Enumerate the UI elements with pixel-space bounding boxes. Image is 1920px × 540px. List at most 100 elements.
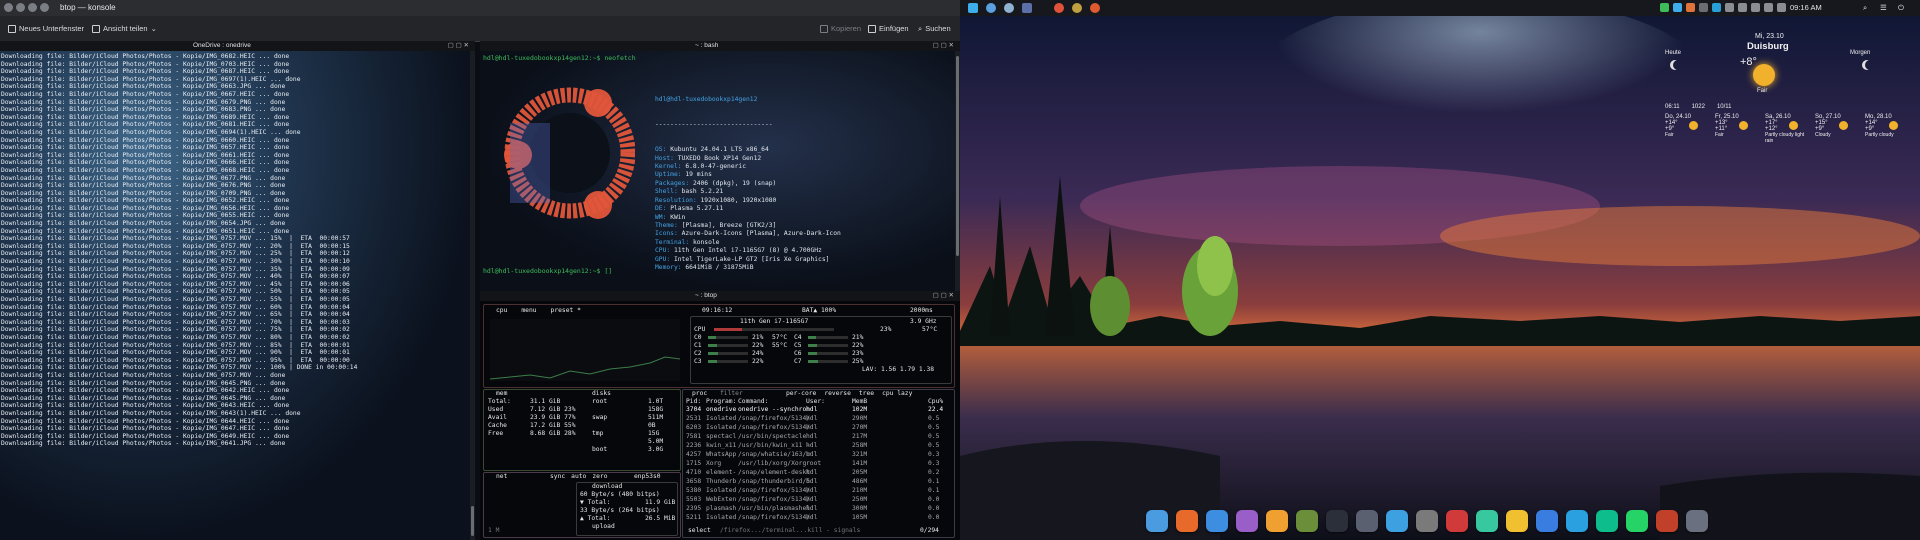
tray-icon[interactable] bbox=[1686, 3, 1695, 12]
btop-mem-key: Free bbox=[488, 430, 504, 437]
neofetch-userhost: hdl@hdl-tuxedobookxp14gen12 bbox=[655, 95, 758, 103]
shell-prompt-current[interactable]: hdl@hdl-tuxedobookxp14gen12:~$ [] bbox=[483, 267, 612, 275]
neofetch-key: DE bbox=[655, 205, 663, 213]
log-line: Downloading file: Bilder/iCloud Photos/P… bbox=[1, 220, 286, 228]
btop-proc-cell: plasmash bbox=[706, 505, 737, 512]
neofetch-row: Uptime: 19 mins bbox=[655, 171, 841, 179]
power-icon[interactable]: ⏻ bbox=[1898, 0, 1904, 16]
pager-icon[interactable] bbox=[1022, 3, 1032, 13]
menu-icon[interactable]: ☰ bbox=[1880, 0, 1887, 16]
btop-core-bar bbox=[808, 352, 848, 355]
neofetch-key: Host bbox=[655, 154, 671, 162]
btop-proc-select[interactable]: select bbox=[688, 527, 711, 534]
tray-icon[interactable] bbox=[1725, 3, 1734, 12]
log-line: Downloading file: Bilder/iCloud Photos/P… bbox=[1, 432, 290, 440]
weather-widget[interactable]: Mi, 23.10 Duisburg Heute Morgen +8° Fair… bbox=[1665, 28, 1915, 158]
btop-tab-cpu[interactable]: cpu bbox=[496, 307, 507, 314]
disks-icon[interactable] bbox=[1416, 510, 1438, 532]
btop-net-auto[interactable]: auto bbox=[571, 473, 586, 480]
signal-icon[interactable] bbox=[1536, 510, 1558, 532]
btop-proc-option-percore[interactable]: per-core bbox=[786, 390, 816, 397]
settings-icon[interactable] bbox=[1356, 510, 1378, 532]
btop-time: 09:16:12 bbox=[702, 307, 733, 314]
terminal-icon[interactable] bbox=[1326, 510, 1348, 532]
btop-net-iface[interactable]: enp53s0 bbox=[634, 473, 661, 480]
pane-header-bottom-right[interactable]: ~ : btop ▢ ▢ ✕ bbox=[480, 291, 960, 301]
btop-pane[interactable]: cpu menu preset * 09:16:12 BAT▲ 100% 200… bbox=[480, 301, 960, 540]
purple-app-icon[interactable] bbox=[1236, 510, 1258, 532]
window-titlebar[interactable]: btop — konsole bbox=[0, 0, 960, 16]
split-view-button[interactable]: Ansicht teilen ⌄ bbox=[92, 22, 157, 35]
tray-icon[interactable] bbox=[1699, 3, 1708, 12]
panel-clock[interactable]: 09:16 AM bbox=[1790, 0, 1822, 16]
copy-button[interactable]: Kopieren bbox=[820, 22, 861, 35]
files-icon[interactable] bbox=[1146, 510, 1168, 532]
btop-proc-cell: 0.5 bbox=[928, 415, 940, 422]
discover-icon[interactable] bbox=[1004, 3, 1014, 13]
btop-proc-cell: /usr/bin/spectacle bbox=[738, 433, 807, 440]
music-icon[interactable] bbox=[1476, 510, 1498, 532]
pane-header-top-right[interactable]: ~ : bash ▢ ▢ ✕ bbox=[480, 41, 960, 51]
volume-icon[interactable] bbox=[1751, 3, 1760, 12]
books-icon[interactable] bbox=[1656, 510, 1678, 532]
pane-close-icon[interactable]: ▢ ▢ ✕ bbox=[448, 41, 469, 51]
btop-proc-cell: 0.1 bbox=[928, 478, 940, 485]
btop-proc-option-cpu-lazy[interactable]: cpu lazy bbox=[882, 390, 912, 397]
window-pin-button[interactable] bbox=[16, 3, 25, 12]
scrollbar-thumb[interactable] bbox=[471, 506, 474, 536]
btop-proc-cell: /snap/firefox/5134/ bbox=[738, 514, 811, 521]
application-launcher-icon[interactable] bbox=[968, 3, 978, 13]
app-icon[interactable] bbox=[1090, 3, 1100, 13]
tray-icon[interactable] bbox=[1660, 3, 1669, 12]
network-icon[interactable] bbox=[1764, 3, 1773, 12]
terminal-pane-onedrive[interactable]: Downloading file: Bilder/iCloud Photos/P… bbox=[0, 51, 475, 540]
tray-icon[interactable] bbox=[1738, 3, 1747, 12]
scrollbar-thumb[interactable] bbox=[956, 56, 959, 256]
settings-icon[interactable] bbox=[986, 3, 996, 13]
app-icon[interactable] bbox=[1072, 3, 1082, 13]
window-maximize-button[interactable] bbox=[40, 3, 49, 12]
log-line: Downloading file: Bilder/iCloud Photos/P… bbox=[1, 402, 290, 410]
paste-label: Einfügen bbox=[879, 24, 909, 33]
archive-icon[interactable] bbox=[1296, 510, 1318, 532]
terminal-pane-bash[interactable]: hdl@hdl-tuxedobookxp14gen12:~$ neofetch … bbox=[480, 51, 960, 291]
btop-proc-option-reverse[interactable]: reverse bbox=[824, 390, 851, 397]
btop-disk-name: root bbox=[592, 398, 608, 405]
btop-proc-option-tree[interactable]: tree bbox=[859, 390, 874, 397]
search-icon[interactable]: ⌕ bbox=[1863, 0, 1867, 16]
tray-icon[interactable] bbox=[1673, 3, 1682, 12]
whatsapp-icon[interactable] bbox=[1626, 510, 1648, 532]
btop-proc-cell: /usr/bin/kwin_x11 - bbox=[738, 442, 811, 449]
paste-button[interactable]: Einfügen bbox=[868, 22, 909, 35]
battery-icon[interactable] bbox=[1777, 3, 1786, 12]
element-icon[interactable] bbox=[1596, 510, 1618, 532]
window-minimize-button[interactable] bbox=[28, 3, 37, 12]
search-button[interactable]: ⌕ Suchen bbox=[918, 22, 951, 35]
btop-net-sync[interactable]: sync bbox=[550, 473, 565, 480]
search-icon[interactable] bbox=[1686, 510, 1708, 532]
pane-close-icon[interactable]: ▢ ▢ ✕ bbox=[933, 41, 954, 51]
firefox-icon[interactable] bbox=[1054, 3, 1064, 13]
new-split-button[interactable]: Neues Unterfenster bbox=[8, 22, 84, 35]
thunderbird-icon[interactable] bbox=[1206, 510, 1228, 532]
pane-close-icon[interactable]: ▢ ▢ ✕ bbox=[933, 291, 954, 301]
btop-tab-menu[interactable]: menu bbox=[521, 307, 536, 314]
weather-day-icon bbox=[1689, 121, 1698, 130]
weather-day-icon bbox=[1839, 121, 1848, 130]
btop-proc-cell: 0.1 bbox=[928, 487, 940, 494]
tux-icon[interactable] bbox=[1506, 510, 1528, 532]
scrollbar[interactable] bbox=[470, 51, 475, 540]
telegram-icon[interactable] bbox=[1566, 510, 1588, 532]
btop-net-zero[interactable]: zero bbox=[592, 473, 607, 480]
btop-proc-cell: hdl bbox=[806, 514, 818, 521]
photos-icon[interactable] bbox=[1266, 510, 1288, 532]
kde-connect-icon[interactable] bbox=[1386, 510, 1408, 532]
btop-tab-preset[interactable]: preset * bbox=[551, 307, 581, 314]
firefox-icon[interactable] bbox=[1176, 510, 1198, 532]
btop-refresh[interactable]: 2000ms bbox=[910, 307, 933, 314]
opera-icon[interactable] bbox=[1446, 510, 1468, 532]
pane-header-left[interactable]: OneDrive : onedrive ▢ ▢ ✕ bbox=[0, 41, 475, 51]
btop-proc-filter[interactable]: filter bbox=[720, 390, 743, 397]
window-menu-button[interactable] bbox=[4, 3, 13, 12]
telegram-tray-icon[interactable] bbox=[1712, 3, 1721, 12]
